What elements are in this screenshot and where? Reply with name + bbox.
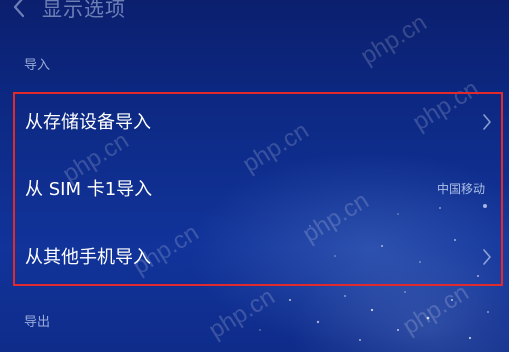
section-label-import: 导入 <box>24 58 51 73</box>
list-item-label: 从存储设备导入 <box>25 112 151 133</box>
section-label-export: 导出 <box>24 315 51 330</box>
watermark-text: php.cn <box>398 279 474 341</box>
list-item-import-from-other-phone[interactable]: 从其他手机导入 <box>15 228 501 286</box>
chevron-right-icon <box>483 114 491 130</box>
page-title: 显示选项 <box>42 0 126 21</box>
carrier-value: 中国移动 <box>436 182 485 196</box>
back-arrow-icon[interactable] <box>10 0 30 18</box>
chevron-right-icon <box>483 249 491 265</box>
list-item-import-from-sim[interactable]: 从 SIM 卡1导入 中国移动 <box>15 160 501 218</box>
header-bar: 显示选项 <box>0 0 509 26</box>
list-item-label: 从 SIM 卡1导入 <box>25 179 153 200</box>
dot-indicator <box>483 204 487 208</box>
settings-screen: php.cn php.cn php.cn php.cn php.cn php.c… <box>0 0 509 352</box>
list-item-import-from-storage[interactable]: 从存储设备导入 <box>15 93 501 151</box>
watermark-text: php.cn <box>204 283 280 345</box>
list-item-label: 从其他手机导入 <box>25 247 151 268</box>
